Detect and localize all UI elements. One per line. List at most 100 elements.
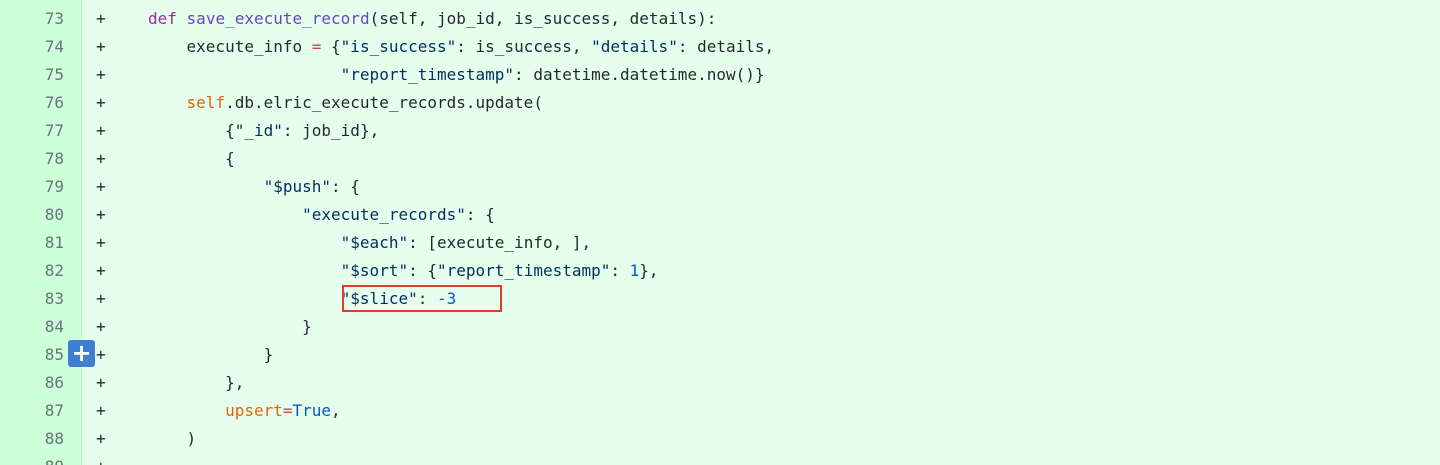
code-token: "details": [591, 37, 678, 56]
code-token: "$push": [263, 177, 332, 196]
diff-add-marker: +: [96, 9, 106, 28]
diff-add-marker: +: [96, 37, 106, 56]
code-token: ): [148, 429, 197, 448]
code-token: 1: [629, 261, 640, 280]
code-token: : is_success,: [456, 37, 592, 56]
code-line: "$sort": {"report_timestamp": 1},: [148, 257, 659, 285]
code-line: "$push": {: [148, 173, 360, 201]
diff-add-marker: +: [96, 233, 106, 252]
annotation-highlight-box: [342, 285, 502, 312]
diff-view: 73 + def save_execute_record(self, job_id,…: [0, 0, 1440, 465]
diff-add-marker: +: [96, 121, 106, 140]
code-token: "report_timestamp": [437, 261, 611, 280]
code-token: : [execute_info, ],: [408, 233, 592, 252]
diff-add-marker: +: [96, 289, 106, 308]
code-token: "is_success": [340, 37, 457, 56]
code-token: },: [639, 261, 659, 280]
code-token: {: [148, 149, 235, 168]
line-number[interactable]: 85: [0, 341, 64, 369]
diff-line: 77 + {"_id": job_id},: [0, 117, 1440, 145]
code-token: "_id": [234, 121, 283, 140]
diff-line: 89 +: [0, 453, 1440, 465]
code-token: .db.elric_execute_records.update(: [225, 93, 543, 112]
diff-line: 84 + }: [0, 313, 1440, 341]
code-token: ,: [331, 401, 341, 420]
code-token: "execute_records": [302, 205, 466, 224]
code-line: }: [148, 341, 274, 369]
code-token: save_execute_record: [186, 9, 370, 28]
code-line: "report_timestamp": datetime.datetime.no…: [148, 61, 765, 89]
code-token: def: [148, 9, 177, 28]
line-number[interactable]: 89: [0, 453, 64, 465]
code-line: def save_execute_record(self, job_id, is…: [148, 5, 716, 33]
line-number[interactable]: 84: [0, 313, 64, 341]
diff-add-marker: +: [96, 401, 106, 420]
code-line: upsert=True,: [148, 397, 341, 425]
code-token: },: [148, 373, 245, 392]
diff-add-marker: +: [96, 205, 106, 224]
line-number[interactable]: 81: [0, 229, 64, 257]
code-line: }: [148, 313, 312, 341]
code-token: =: [282, 401, 293, 420]
diff-add-marker: +: [96, 261, 106, 280]
line-number[interactable]: 82: [0, 257, 64, 285]
diff-line: 74 + execute_info = {"is_success": is_suc…: [0, 33, 1440, 61]
code-token: : {: [331, 177, 360, 196]
diff-line: 81 + "$each": [execute_info, ],: [0, 229, 1440, 257]
diff-add-marker: +: [96, 149, 106, 168]
code-token: : details,: [677, 37, 775, 56]
code-line: "execute_records": {: [148, 201, 495, 229]
diff-line: 79 + "$push": {: [0, 173, 1440, 201]
code-line: {"_id": job_id},: [148, 117, 379, 145]
code-line: execute_info = {"is_success": is_success…: [148, 33, 775, 61]
line-number[interactable]: 86: [0, 369, 64, 397]
diff-line: 78 + {: [0, 145, 1440, 173]
code-token: (self, job_id, is_success, details):: [369, 9, 717, 28]
code-line: ): [148, 425, 197, 453]
code-token: }: [148, 345, 274, 364]
line-number[interactable]: 74: [0, 33, 64, 61]
diff-line: 80 + "execute_records": {: [0, 201, 1440, 229]
diff-add-marker: +: [96, 65, 106, 84]
diff-add-marker: +: [96, 373, 106, 392]
diff-line: 86 + },: [0, 369, 1440, 397]
line-number[interactable]: 88: [0, 425, 64, 453]
code-token: execute_info: [148, 37, 312, 56]
diff-line: 73 + def save_execute_record(self, job_id,…: [0, 5, 1440, 33]
diff-line: 76 + self.db.elric_execute_records.update…: [0, 89, 1440, 117]
line-number[interactable]: 79: [0, 173, 64, 201]
line-number[interactable]: 77: [0, 117, 64, 145]
line-number[interactable]: 76: [0, 89, 64, 117]
code-line: },: [148, 369, 244, 397]
code-line: "$each": [execute_info, ],: [148, 229, 591, 257]
line-number[interactable]: 78: [0, 145, 64, 173]
line-number[interactable]: 75: [0, 61, 64, 89]
line-number[interactable]: 87: [0, 397, 64, 425]
code-token: True: [292, 401, 332, 420]
code-token: }: [148, 317, 312, 336]
line-number[interactable]: 73: [0, 5, 64, 33]
code-token: : datetime.datetime.now()}: [514, 65, 765, 84]
line-number[interactable]: 83: [0, 285, 64, 313]
diff-add-marker: +: [96, 453, 106, 465]
code-token: upsert: [225, 401, 283, 420]
add-comment-button[interactable]: +: [68, 340, 95, 367]
diff-line: 82 + "$sort": {"report_timestamp": 1},: [0, 257, 1440, 285]
code-token: {: [148, 121, 235, 140]
diff-add-marker: +: [96, 93, 106, 112]
line-number[interactable]: 80: [0, 201, 64, 229]
plus-icon: +: [71, 339, 92, 367]
code-token: "report_timestamp": [340, 65, 515, 84]
code-token: self: [186, 93, 226, 112]
diff-add-marker: +: [96, 429, 106, 448]
code-token: :: [610, 261, 630, 280]
